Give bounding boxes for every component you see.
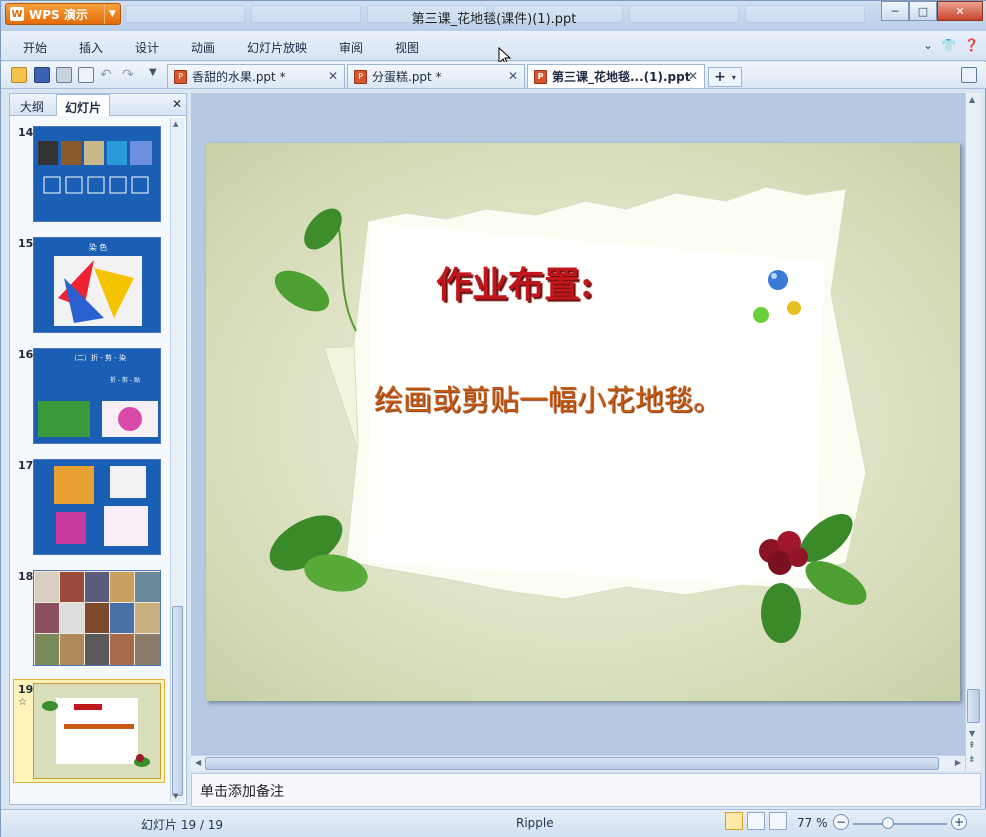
menu-animation[interactable]: 动画 <box>191 39 215 56</box>
slide-number: 18 <box>18 570 34 583</box>
thumbnail-homework-graphic <box>42 698 150 767</box>
horizontal-scroll-thumb[interactable] <box>205 757 939 770</box>
slides-panel: 大纲 幻灯片 ✕ 14 15 染 色 16 （二）折 - 剪 - 染 折 - 剪… <box>9 93 187 805</box>
tab-outline[interactable]: 大纲 <box>12 94 52 116</box>
view-switcher <box>725 812 787 830</box>
scroll-down-icon[interactable]: ▼ <box>173 792 178 800</box>
thumbnail-patterns-graphic <box>38 141 152 194</box>
scroll-up-icon[interactable]: ▲ <box>173 120 178 128</box>
scroll-right-icon[interactable]: ▶ <box>955 758 961 767</box>
menu-design[interactable]: 设计 <box>135 39 159 56</box>
thumbnail-carpets-graphic <box>54 466 148 546</box>
editor-horizontal-scrollbar[interactable]: ◀ ▶ <box>191 755 965 771</box>
scroll-left-icon[interactable]: ◀ <box>195 758 201 767</box>
close-tab-icon[interactable]: ✕ <box>328 69 338 83</box>
open-folder-icon[interactable] <box>11 67 27 83</box>
menu-home[interactable]: 开始 <box>23 39 47 56</box>
slide-thumbnail-18[interactable] <box>33 570 161 666</box>
panel-tabs: 大纲 幻灯片 ✕ <box>10 94 186 116</box>
editor-scroll-thumb[interactable] <box>967 689 980 723</box>
zoom-level: 77 % <box>797 816 828 830</box>
slideshow-view-icon[interactable] <box>769 812 787 830</box>
sidebar-scroll-thumb[interactable] <box>172 606 183 796</box>
thumbnail-fold-graphic <box>38 401 158 437</box>
editor-vertical-scrollbar[interactable]: ▲ ▼ ⇞ ⇟ <box>965 93 981 771</box>
close-button[interactable]: ✕ <box>937 1 983 21</box>
slide-thumbnail-17[interactable] <box>33 459 161 555</box>
sidebar-scrollbar[interactable]: ▲ ▼ <box>170 118 184 802</box>
slide-number: 14 <box>18 126 34 139</box>
status-bar: 幻灯片 19 / 19 Ripple 77 % − + <box>1 809 986 837</box>
ppt-file-icon: P <box>534 69 547 84</box>
slide-sorter-icon[interactable] <box>747 812 765 830</box>
menu-review[interactable]: 审阅 <box>339 39 363 56</box>
toolbar-customize-icon[interactable]: ▼ <box>149 67 165 83</box>
slide-body-text[interactable]: 绘画或剪贴一幅小花地毯。 <box>374 377 722 419</box>
save-icon[interactable] <box>34 67 50 83</box>
doc-tab-label: 第三课_花地毯...(1).ppt <box>552 70 691 84</box>
thumbnail-dye-graphic <box>54 256 142 326</box>
transition-star-icon: ☆ <box>18 697 27 708</box>
undo-icon[interactable]: ↶ <box>100 67 116 83</box>
minimize-button[interactable]: ─ <box>881 1 909 21</box>
slide-number: 19 <box>18 683 34 696</box>
print-icon[interactable] <box>56 67 72 83</box>
ribbon-menu-bar: 开始 插入 设计 动画 幻灯片放映 审阅 视图 ⌄ 👕 ❓ <box>1 31 986 67</box>
chevron-down-icon: ▾ <box>731 72 736 82</box>
notes-pane[interactable]: 单击添加备注 <box>191 773 981 807</box>
previous-slide-icon[interactable]: ⇞ <box>968 741 976 751</box>
skin-shirt-icon[interactable]: 👕 <box>941 38 956 52</box>
next-slide-icon[interactable]: ⇟ <box>968 755 976 765</box>
notes-placeholder: 单击添加备注 <box>200 784 284 800</box>
new-tab-button[interactable]: + ▾ <box>708 67 742 87</box>
doc-tab-label: 分蛋糕.ppt * <box>372 70 442 84</box>
zoom-in-icon[interactable]: + <box>951 814 967 830</box>
quick-access-toolbar: ↶ ↷ ▼ P 香甜的水果.ppt * ✕ P 分蛋糕.ppt * ✕ P 第三… <box>1 62 986 89</box>
ppt-file-icon: P <box>174 69 187 84</box>
redo-icon[interactable]: ↷ <box>122 67 138 83</box>
slide-thumbnail-14[interactable] <box>33 126 161 222</box>
doc-tab-fruit[interactable]: P 香甜的水果.ppt * ✕ <box>167 64 345 88</box>
doc-tab-label: 香甜的水果.ppt * <box>192 70 286 84</box>
zoom-slider-thumb[interactable] <box>882 817 894 829</box>
slide-counter: 幻灯片 19 / 19 <box>141 818 224 832</box>
slide-background-graphic <box>269 186 867 643</box>
chevron-down-icon[interactable]: ⌄ <box>923 38 933 52</box>
menu-slideshow[interactable]: 幻灯片放映 <box>247 39 307 56</box>
close-tab-icon[interactable]: ✕ <box>508 69 518 83</box>
zoom-slider-track[interactable] <box>853 823 947 825</box>
slide-number: 16 <box>18 348 34 361</box>
title-bar: W WPS 演示 ▼ 第三课_花地毯(课件)(1).ppt ─ □ ✕ <box>1 1 986 31</box>
current-slide[interactable]: 作业布置: 绘画或剪贴一幅小花地毯。 <box>206 143 960 701</box>
thumbnail-photos-graphic <box>35 572 160 665</box>
scroll-down-icon[interactable]: ▼ <box>969 729 975 738</box>
slide-editor-canvas: 作业布置: 绘画或剪贴一幅小花地毯。 <box>191 93 965 755</box>
window-title: 第三课_花地毯(课件)(1).ppt <box>411 12 577 27</box>
slide-thumbnail-16[interactable]: （二）折 - 剪 - 染 折 - 剪 - 贴 <box>33 348 161 444</box>
help-icon[interactable]: ❓ <box>964 38 979 52</box>
menu-view[interactable]: 视图 <box>395 39 419 56</box>
slide-thumbnail-19[interactable] <box>33 683 161 779</box>
app-window: W WPS 演示 ▼ 第三课_花地毯(课件)(1).ppt ─ □ ✕ 开始 插… <box>0 0 986 837</box>
zoom-out-icon[interactable]: − <box>833 814 849 830</box>
theme-name: Ripple <box>516 816 554 830</box>
print-preview-icon[interactable] <box>78 67 94 83</box>
maximize-button[interactable]: □ <box>909 1 937 21</box>
doc-tab-carpet[interactable]: P 第三课_花地毯...(1).ppt ✕ <box>527 64 705 88</box>
window-controls: ─ □ ✕ <box>881 1 983 21</box>
doc-tab-cake[interactable]: P 分蛋糕.ppt * ✕ <box>347 64 525 88</box>
close-icon[interactable]: ✕ <box>172 97 182 111</box>
normal-view-icon[interactable] <box>725 812 743 830</box>
close-tab-icon[interactable]: ✕ <box>688 69 698 83</box>
tab-list-icon[interactable] <box>961 67 977 83</box>
scroll-up-icon[interactable]: ▲ <box>969 95 975 104</box>
tab-slides[interactable]: 幻灯片 <box>56 94 111 116</box>
slide-number: 17 <box>18 459 34 472</box>
slide-title[interactable]: 作业布置: <box>436 256 593 308</box>
slide-thumbnail-15[interactable]: 染 色 <box>33 237 161 333</box>
menu-insert[interactable]: 插入 <box>79 39 103 56</box>
slide-number: 15 <box>18 237 34 250</box>
menu-right-tools: ⌄ 👕 ❓ <box>923 38 979 52</box>
ppt-file-icon: P <box>354 69 367 84</box>
